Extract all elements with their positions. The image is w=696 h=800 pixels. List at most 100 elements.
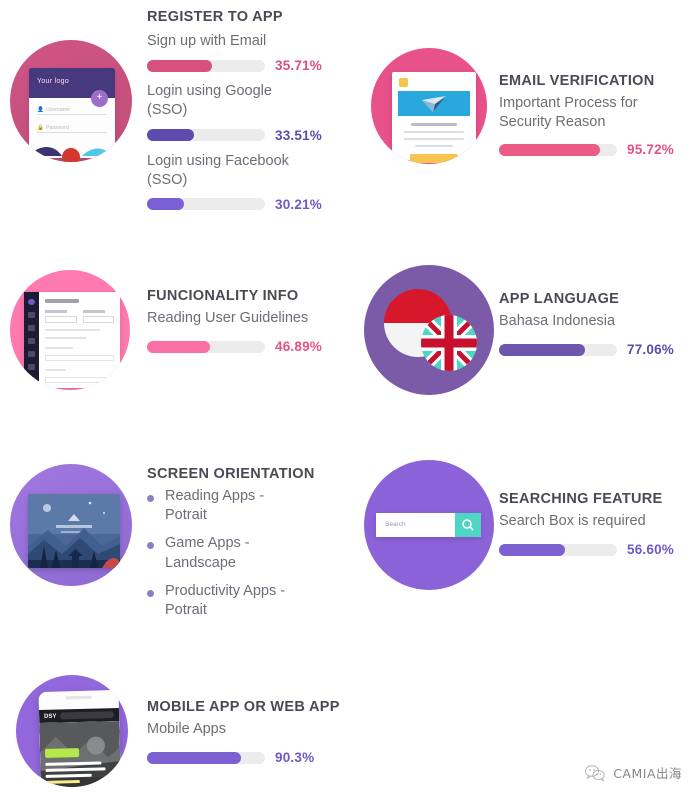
progress-track [499,143,617,156]
mail-banner [398,91,470,116]
register-to-app-info: REGISTER TO APP Sign up with Email 35.71… [147,8,342,212]
progress-track [147,198,265,211]
app-language-percent: 77.06% [627,342,674,358]
sidebar-icon [28,351,35,357]
email-confirmation-illustration [392,72,476,163]
bullet-dot-icon [147,589,154,597]
mail-brand-logo-icon [399,78,408,87]
section-funcionality-info: FUNCIONALITY INFO Reading User Guideline… [0,255,346,415]
bullet-dot-icon [147,495,154,503]
dashboard-text-line [45,336,87,339]
list-item-label: Productivity Apps - Potrait [165,582,286,618]
register-item-facebook-bar: 30.21% [147,197,342,212]
app-language-info: APP LANGUAGE Bahasa Indonesia 77.06% [499,290,696,357]
mail-heading-line [411,123,457,126]
username-field-illustration: 👤 Username [37,107,107,115]
search-icon [462,519,474,531]
app-language-title: APP LANGUAGE [499,291,620,307]
progress-fill [147,59,212,72]
register-item-facebook-percent: 30.21% [275,196,322,212]
dashboard-sidebar [24,292,39,388]
mail-cta-button [410,154,458,163]
funcionality-info-text: FUNCIONALITY INFO Reading User Guideline… [147,287,347,354]
progress-track [499,543,617,556]
progress-track [147,340,265,353]
section-email-verification: EMAIL VERIFICATION Important Process for… [348,0,696,230]
screen-orientation-circle [10,464,132,586]
funcionality-info-title: FUNCIONALITY INFO [147,288,299,304]
search-button[interactable] [455,513,481,537]
password-placeholder: Password [46,125,69,131]
progress-track [147,751,265,764]
searching-feature-info: SEARCHING FEATURE Search Box is required… [499,490,696,557]
screen-orientation-bullet-list: Reading Apps - Potrait Game Apps - Lands… [147,487,342,620]
lock-icon: 🔒 [37,125,44,131]
mobile-app-percent: 90.3% [275,750,315,766]
screen-orientation-title: SCREEN ORIENTATION [147,466,315,482]
sidebar-active-icon [28,299,35,305]
progress-fill [499,143,601,156]
uk-flag-icon [421,315,477,371]
mail-body-line [415,145,453,147]
mail-body-line [404,138,464,140]
register-item-google-bar: 33.51% [147,128,342,143]
register-item-facebook-label: Login using Facebook (SSO) [147,152,289,188]
mountain-app-illustration [28,494,120,568]
search-input[interactable]: Search [376,513,455,537]
email-verification-info: EMAIL VERIFICATION Important Process for… [499,72,696,157]
phone-brand-label: DSY [44,713,57,720]
infographic-page: Your logo + 👤 Username 🔒 Password REGIST… [0,0,696,800]
register-item-facebook: Login using Facebook (SSO) 30.21% [147,152,342,212]
mail-body-line [404,131,464,133]
progress-track [499,343,617,356]
progress-fill [499,543,566,556]
section-screen-orientation: SCREEN ORIENTATION Reading Apps - Potrai… [0,450,346,630]
register-item-google-label: Login using Google (SSO) [147,83,272,119]
register-to-app-circle: Your logo + 👤 Username 🔒 Password [10,40,132,162]
bullet-dot-icon [147,542,154,550]
email-verification-subtitle: Important Process for Security Reason [499,95,638,131]
dashboard-input [45,354,114,361]
list-item: Reading Apps - Potrait [147,487,342,525]
dashboard-text-line [45,389,70,390]
password-field-illustration: 🔒 Password [37,125,107,133]
email-verification-bar: 95.72% [499,142,696,157]
decorative-swoosh [28,147,112,162]
section-register-to-app: Your logo + 👤 Username 🔒 Password REGIST… [0,0,346,230]
phone-search-field [60,711,115,720]
user-icon: 👤 [37,107,44,113]
phone-tag-button [44,748,80,758]
list-item: Game Apps - Landscape [147,534,342,572]
progress-track [147,59,265,72]
searching-feature-title: SEARCHING FEATURE [499,491,663,507]
sidebar-icon [28,364,35,370]
sidebar-icon [28,338,35,344]
mobile-app-bar: 90.3% [147,750,377,765]
email-verification-circle [371,48,487,164]
progress-fill [147,129,195,141]
funcionality-info-subtitle: Reading User Guidelines [147,310,309,327]
funcionality-info-percent: 46.89% [275,339,322,355]
mobile-app-info: MOBILE APP OR WEB APP Mobile Apps 90.3% [147,698,377,765]
register-item-email-percent: 35.71% [275,58,322,74]
app-language-bar: 77.06% [499,342,696,357]
dashboard-settings-illustration [24,292,120,390]
section-mobile-app-or-web-app: DSY MOBILE APP OR WEB APP Mobile Apps 90… [0,650,420,800]
register-item-email: Sign up with Email 35.71% [147,32,342,73]
wechat-logo-icon [585,764,605,781]
plus-icon: + [91,90,108,107]
dashboard-selects-row [45,310,114,323]
register-item-email-bar: 35.71% [147,58,342,73]
list-item-label: Game Apps - Landscape [165,535,250,571]
dashboard-body [39,292,120,390]
searching-feature-bar: 56.60% [499,542,696,557]
section-app-language: APP LANGUAGE Bahasa Indonesia 77.06% [348,255,696,415]
progress-fill [147,198,184,211]
progress-fill [499,343,586,356]
watermark: CAMIA出海 [584,763,682,782]
flags-indonesia-uk-illustration [384,289,477,371]
email-verification-percent: 95.72% [627,142,674,158]
dashboard-select [45,310,77,323]
email-verification-title: EMAIL VERIFICATION [499,73,655,89]
watermark-label: CAMIA出海 [613,766,682,781]
